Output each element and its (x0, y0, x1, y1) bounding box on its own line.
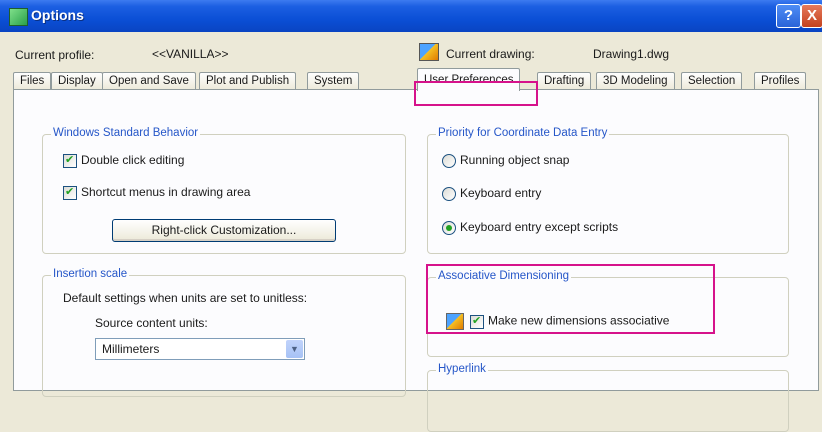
hyperlink-legend: Hyperlink (436, 363, 488, 375)
keyboard-except-scripts-label: Keyboard entry except scripts (460, 220, 619, 234)
tab-files[interactable]: Files (13, 72, 52, 90)
close-button[interactable]: X (801, 4, 822, 28)
insertion-scale-legend: Insertion scale (51, 268, 130, 280)
tab-3d-modeling[interactable]: 3D Modeling (596, 72, 675, 90)
double-click-label: Double click editing (81, 153, 185, 167)
insertion-scale-group: Insertion scale Default settings when un… (42, 268, 406, 397)
help-button[interactable]: ? (776, 4, 801, 28)
current-drawing-label: Current drawing: (446, 47, 535, 61)
double-click-row[interactable]: Double click editing (63, 153, 184, 168)
windows-behavior-legend: Windows Standard Behavior (51, 127, 201, 139)
right-click-customization-button[interactable]: Right-click Customization... (112, 219, 336, 242)
options-panel: Windows Standard Behavior Double click e… (13, 89, 819, 432)
priority-option-keyboard-except-scripts[interactable]: Keyboard entry except scripts (442, 220, 618, 235)
tab-plot-and-publish[interactable]: Plot and Publish (199, 72, 297, 90)
user-preferences-highlight (414, 81, 538, 106)
tab-selection[interactable]: Selection (681, 72, 743, 90)
current-profile-value: <<VANILLA>> (152, 47, 229, 61)
drawing-icon (419, 43, 439, 61)
tab-profiles[interactable]: Profiles (754, 72, 807, 90)
tab-display[interactable]: Display (51, 72, 103, 90)
source-units-label: Source content units: (95, 316, 208, 330)
hyperlink-group: Hyperlink (427, 363, 789, 432)
insertion-description: Default settings when units are set to u… (63, 291, 308, 305)
priority-option-running-snap[interactable]: Running object snap (442, 153, 569, 168)
current-drawing-value: Drawing1.dwg (593, 47, 670, 61)
keyboard-entry-radio[interactable] (442, 186, 456, 201)
current-profile-label: Current profile: (15, 48, 95, 62)
windows-behavior-group: Windows Standard Behavior Double click e… (42, 127, 406, 254)
priority-option-keyboard-entry[interactable]: Keyboard entry (442, 186, 541, 201)
priority-legend: Priority for Coordinate Data Entry (436, 127, 610, 139)
window-title: Options (31, 7, 84, 23)
shortcut-menus-label: Shortcut menus in drawing area (81, 185, 251, 199)
shortcut-menus-row[interactable]: Shortcut menus in drawing area (63, 185, 250, 200)
tab-system[interactable]: System (307, 72, 360, 90)
associative-highlight (426, 264, 715, 334)
running-snap-radio[interactable] (442, 153, 456, 168)
tab-open-and-save[interactable]: Open and Save (102, 72, 196, 90)
double-click-checkbox[interactable] (63, 153, 77, 168)
priority-group: Priority for Coordinate Data Entry Runni… (427, 127, 789, 254)
source-units-select[interactable]: Millimeters ▼ (95, 338, 305, 360)
source-units-value: Millimeters (102, 342, 160, 356)
options-app-icon (9, 8, 28, 26)
keyboard-entry-label: Keyboard entry (460, 186, 542, 200)
keyboard-except-scripts-radio[interactable] (442, 220, 456, 235)
running-snap-label: Running object snap (460, 153, 570, 167)
shortcut-menus-checkbox[interactable] (63, 185, 77, 200)
tab-drafting[interactable]: Drafting (537, 72, 592, 90)
chevron-down-icon[interactable]: ▼ (286, 340, 303, 358)
title-bar: Options ? X (0, 0, 822, 32)
